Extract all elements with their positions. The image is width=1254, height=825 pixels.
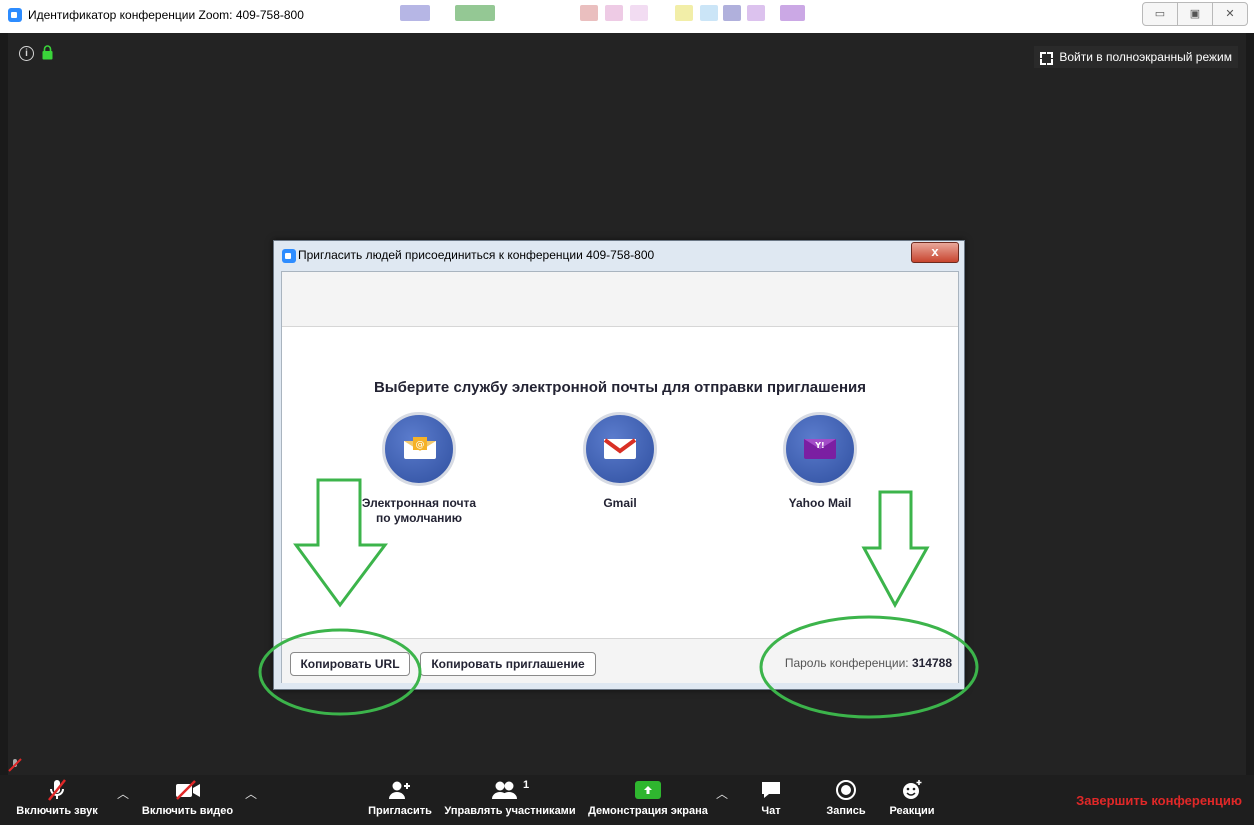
muted-mic-indicator-icon — [8, 758, 22, 772]
start-video-button[interactable]: Включить видео — [140, 775, 235, 825]
add-participant-icon — [389, 781, 410, 799]
share-label: Демонстрация экрана — [588, 805, 708, 817]
background-window-swatches — [315, 0, 815, 30]
end-meeting-button[interactable]: Завершить конференцию — [1076, 793, 1242, 808]
dialog-footer: Копировать URL Копировать приглашение Па… — [282, 638, 958, 683]
chat-icon — [762, 782, 780, 798]
record-icon — [836, 780, 856, 800]
service-gmail[interactable]: Gmail — [560, 412, 680, 511]
audio-options-caret[interactable]: ︿ — [117, 785, 129, 802]
participants-icon — [491, 781, 517, 799]
unmute-label: Включить звук — [16, 805, 98, 817]
meeting-password: Пароль конференции: 314788 — [785, 656, 952, 670]
microphone-muted-icon — [48, 779, 66, 801]
unmute-button[interactable]: Включить звук — [12, 775, 102, 825]
invite-dialog: Пригласить людей присоединиться к конфер… — [273, 240, 965, 690]
service-label: Gmail — [603, 496, 637, 510]
service-label: Электронная почта по умолчанию — [361, 496, 477, 525]
dialog-header-strip — [282, 272, 958, 327]
minimize-button[interactable]: ▭ — [1142, 2, 1178, 26]
svg-text:Y!: Y! — [814, 441, 824, 450]
dialog-title: Пригласить людей присоединиться к конфер… — [298, 248, 655, 262]
info-icon[interactable]: i — [19, 46, 34, 61]
share-screen-icon — [635, 781, 661, 799]
default-mail-icon[interactable]: @ — [382, 412, 456, 486]
record-button[interactable]: Запись — [818, 775, 874, 825]
zoom-logo-icon — [8, 8, 22, 22]
dialog-close-button[interactable]: x — [911, 242, 959, 263]
chat-button[interactable]: Чат — [748, 775, 794, 825]
dialog-zoom-logo-icon — [282, 249, 296, 263]
fullscreen-label: Войти в полноэкранный режим — [1059, 50, 1232, 64]
service-yahoo-mail[interactable]: Y! Yahoo Mail — [760, 412, 880, 511]
window-title: Идентификатор конференции Zoom: 409-758-… — [28, 8, 304, 22]
window-titlebar: Идентификатор конференции Zoom: 409-758-… — [0, 0, 1254, 33]
invite-button[interactable]: Пригласить — [368, 775, 432, 825]
manage-participants-button[interactable]: 1 Управлять участниками — [440, 775, 580, 825]
chat-label: Чат — [761, 805, 781, 817]
video-options-caret[interactable]: ︿ — [245, 785, 257, 802]
participants-label: Управлять участниками — [444, 805, 576, 817]
gmail-icon[interactable] — [583, 412, 657, 486]
dialog-body: Выберите службу электронной почты для от… — [281, 271, 959, 683]
share-options-caret[interactable]: ︿ — [716, 785, 728, 802]
start-video-label: Включить видео — [141, 805, 234, 817]
password-label: Пароль конференции: — [784, 656, 909, 670]
yahoo-mail-icon[interactable]: Y! — [783, 412, 857, 486]
reactions-button[interactable]: Реакции — [880, 775, 944, 825]
copy-invitation-button[interactable]: Копировать приглашение — [420, 652, 596, 676]
window-controls: ▭ ▣ ✕ — [1142, 2, 1248, 26]
video-camera-off-icon — [175, 780, 200, 800]
titlebar-left: Идентификатор конференции Zoom: 409-758-… — [8, 8, 304, 22]
invite-label: Пригласить — [368, 805, 432, 817]
dialog-titlebar: Пригласить людей присоединиться к конфер… — [274, 241, 964, 269]
reactions-label: Реакции — [889, 805, 935, 817]
service-default-mail[interactable]: @ Электронная почта по умолчанию — [359, 412, 479, 526]
service-label: Yahoo Mail — [788, 496, 852, 510]
dialog-heading: Выберите службу электронной почты для от… — [373, 379, 867, 396]
participants-count: 1 — [522, 779, 530, 791]
meeting-toolbar: Включить звук ︿ Включить видео ︿ Приглас… — [0, 775, 1254, 825]
reactions-icon — [903, 780, 922, 799]
record-label: Запись — [826, 805, 866, 817]
close-window-button[interactable]: ✕ — [1212, 2, 1248, 26]
svg-text:@: @ — [416, 440, 425, 450]
lock-icon[interactable] — [42, 45, 53, 60]
maximize-button[interactable]: ▣ — [1177, 2, 1213, 26]
share-screen-button[interactable]: Демонстрация экрана — [582, 775, 714, 825]
password-value: 314788 — [911, 656, 952, 670]
enter-fullscreen-button[interactable]: Войти в полноэкранный режим — [1034, 46, 1238, 68]
fullscreen-icon — [1040, 51, 1054, 65]
copy-url-button[interactable]: Копировать URL — [290, 652, 410, 676]
